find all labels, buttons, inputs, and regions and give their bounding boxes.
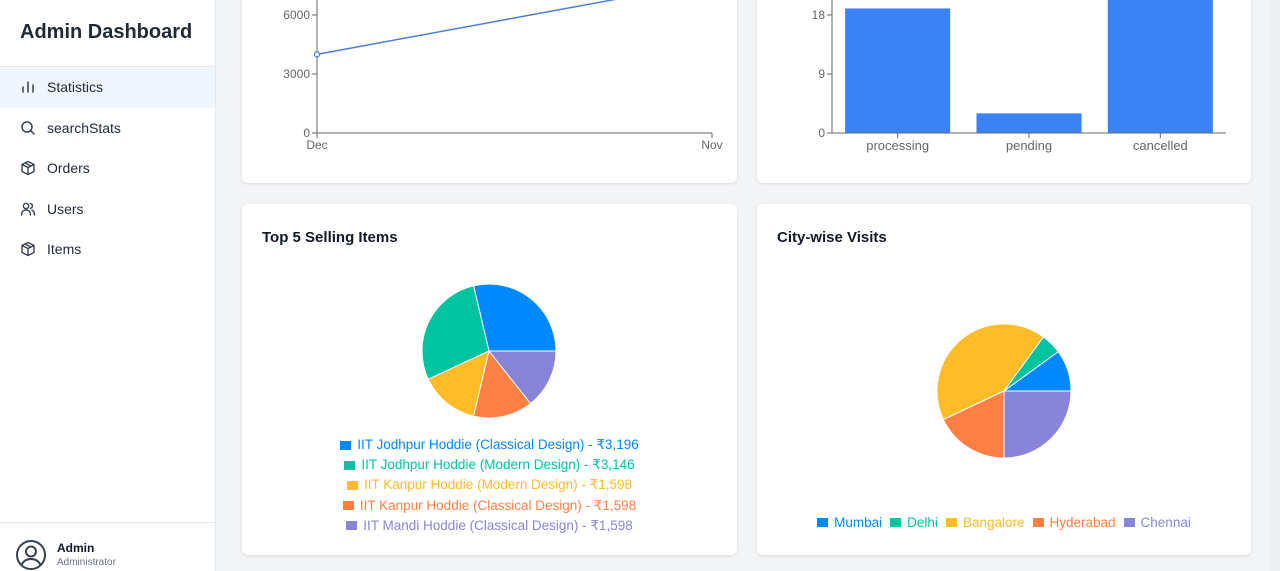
- legend-label: Chennai: [1140, 515, 1191, 530]
- legend-label: Hyderabad: [1049, 515, 1116, 530]
- sidebar-item-label: Statistics: [47, 79, 104, 96]
- app-title: Admin Dashboard: [20, 21, 193, 43]
- sidebar-nav: Statistics searchStats Orders Users Item…: [0, 67, 215, 270]
- sidebar-item-label: Users: [47, 200, 84, 217]
- legend-label: Mumbai: [834, 515, 883, 530]
- legend-item: Mumbai: [817, 515, 882, 530]
- legend-swatch: [945, 518, 957, 527]
- x-tick-label: Dec: [306, 138, 327, 152]
- user-profile[interactable]: Admin Administrator: [0, 522, 215, 571]
- y-tick-label: 0: [818, 126, 825, 140]
- y-tick-label: 3000: [283, 67, 310, 81]
- city-visits-pie: [936, 323, 1072, 459]
- legend-swatch: [890, 518, 902, 527]
- legend-item: IIT Mandi Hoddie (Classical Design) - ₹1…: [346, 516, 633, 536]
- sidebar-item-users[interactable]: Users: [0, 189, 215, 230]
- user-role: Administrator: [57, 557, 116, 568]
- top-selling-pie: [421, 283, 557, 419]
- legend-item: Chennai: [1123, 515, 1191, 530]
- package-icon: [20, 241, 36, 257]
- legend-item: IIT Kanpur Hoddie (Modern Design) - ₹1,5…: [347, 475, 632, 495]
- legend-label: IIT Jodhpur Hoddie (Classical Design) - …: [357, 437, 639, 453]
- sidebar-item-searchstats[interactable]: searchStats: [0, 108, 215, 149]
- sidebar-item-orders[interactable]: Orders: [0, 148, 215, 189]
- x-tick-label: Nov: [701, 138, 722, 152]
- x-tick-label: processing: [866, 138, 929, 153]
- city-visits-card: City-wise Visits Mumbai Delhi Bangalore Hyd…: [757, 204, 1251, 555]
- top-selling-legend: IIT Jodhpur Hoddie (Classical Design) - …: [242, 435, 737, 536]
- city-visits-legend: Mumbai Delhi Bangalore Hyderabad Chennai: [757, 515, 1251, 530]
- bar: [1107, 0, 1213, 133]
- orders-trend-card: 0 3000 6000 Dec Nov: [242, 0, 737, 183]
- legend-item: IIT Jodhpur Hoddie (Modern Design) - ₹3,…: [344, 455, 635, 475]
- legend-item: Delhi: [890, 515, 938, 530]
- legend-swatch: [817, 518, 829, 527]
- order-status-card: 0 9 18 processing pending cancelled: [757, 0, 1251, 183]
- legend-item: Hyderabad: [1032, 515, 1116, 530]
- legend-item: Bangalore: [945, 515, 1025, 530]
- sidebar-item-label: Items: [47, 241, 82, 258]
- sidebar-item-label: Orders: [47, 160, 90, 177]
- bar: [845, 8, 951, 134]
- legend-item: IIT Kanpur Hoddie (Classical Design) - ₹…: [342, 496, 637, 516]
- legend-swatch: [340, 440, 352, 450]
- legend-item: IIT Jodhpur Hoddie (Classical Design) - …: [340, 435, 639, 455]
- bar-chart-icon: [20, 79, 36, 95]
- user-name: Admin: [57, 541, 95, 555]
- sidebar-item-label: searchStats: [47, 119, 121, 136]
- line-chart: 030006000Dec Nov: [283, 0, 723, 152]
- search-icon: [20, 120, 36, 136]
- legend-label: IIT Jodhpur Hoddie (Modern Design) - ₹3,…: [361, 457, 635, 473]
- series-line: [316, 0, 617, 56]
- legend-label: Bangalore: [962, 515, 1025, 530]
- users-icon: [20, 201, 36, 217]
- legend-swatch: [346, 521, 358, 531]
- scrollbar-track[interactable]: [1270, 0, 1280, 571]
- user-circle-icon: [16, 540, 46, 570]
- legend-label: IIT Kanpur Hoddie (Modern Design) - ₹1,5…: [364, 477, 632, 493]
- y-tick-label: 9: [818, 67, 825, 81]
- legend-swatch: [347, 480, 358, 490]
- x-tick-label: cancelled: [1133, 138, 1188, 153]
- legend-swatch: [1032, 518, 1044, 527]
- legend-label: IIT Kanpur Hoddie (Classical Design) - ₹…: [359, 497, 637, 513]
- sidebar-item-statistics[interactable]: Statistics: [0, 67, 215, 108]
- legend-swatch: [1123, 518, 1135, 527]
- pie-slice: [1003, 390, 1072, 459]
- top-selling-card: Top 5 Selling Items IIT Jodhpur Hoddie (…: [242, 204, 737, 555]
- data-point: [313, 51, 321, 58]
- sidebar-item-items[interactable]: Items: [0, 229, 215, 270]
- package-icon: [20, 160, 36, 176]
- bar: [976, 113, 1082, 133]
- y-tick-label: 18: [812, 8, 826, 22]
- sidebar: Admin Dashboard Statistics searchStats O…: [0, 0, 216, 571]
- legend-swatch: [342, 501, 354, 511]
- legend-label: Delhi: [907, 515, 938, 530]
- bar-chart: 0 9 18 processing pending cancelled: [812, 0, 1226, 153]
- x-tick-label: pending: [1006, 138, 1052, 153]
- legend-label: IIT Mandi Hoddie (Classical Design) - ₹1…: [363, 517, 633, 533]
- legend-swatch: [344, 460, 356, 470]
- y-tick-label: 6000: [283, 8, 310, 22]
